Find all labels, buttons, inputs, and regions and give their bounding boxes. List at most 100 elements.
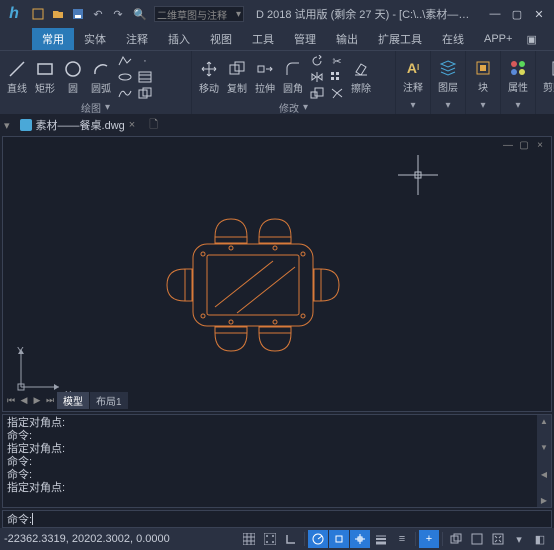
maximize-button[interactable]: ▢ xyxy=(506,4,528,24)
drawing-canvas[interactable]: — ▢ × xyxy=(2,136,552,412)
ellipse-icon[interactable] xyxy=(116,69,134,85)
tab-app[interactable]: APP+ xyxy=(474,30,522,48)
group-annot: AI注释 ▾ xyxy=(396,51,431,114)
otrack-icon[interactable] xyxy=(350,530,370,548)
region-icon[interactable] xyxy=(136,85,154,101)
command-history: 指定对角点: 命令: 指定对角点: 命令: 命令: 指定对角点: ▲ ▼ ◀ ▶ xyxy=(2,414,552,508)
group-draw: 直线 矩形 圆 圆弧 · 绘图▾ xyxy=(0,51,192,114)
new-tab-icon[interactable]: 🗋 xyxy=(145,116,162,135)
tab-annotate[interactable]: 注释 xyxy=(116,28,158,50)
ucs-y-label: Y xyxy=(17,346,24,357)
scroll-down-icon[interactable]: ▼ xyxy=(538,442,550,454)
canvas-minimize-icon[interactable]: — xyxy=(501,139,515,151)
open-icon[interactable] xyxy=(50,6,66,22)
scroll-right-icon[interactable]: ▶ xyxy=(538,495,550,507)
copy-button[interactable]: 复制 xyxy=(224,58,250,97)
layout-next-icon[interactable]: ▶ xyxy=(31,395,43,407)
tab-manage[interactable]: 管理 xyxy=(284,28,326,50)
ribbon: 直线 矩形 圆 圆弧 · 绘图▾ 移动 复制 拉伸 圆角 xyxy=(0,50,554,114)
scale-icon[interactable] xyxy=(308,85,326,101)
polyline-icon[interactable] xyxy=(116,53,134,69)
mirror-icon[interactable] xyxy=(308,69,326,85)
tab-insert[interactable]: 插入 xyxy=(158,28,200,50)
cycle-icon[interactable] xyxy=(446,530,466,548)
layer-button[interactable]: 图层 xyxy=(435,57,461,96)
scroll-up-icon[interactable]: ▲ xyxy=(538,415,550,427)
new-icon[interactable] xyxy=(30,6,46,22)
window-title: D 2018 试用版 (剩余 27 天) - [C:\..\素材——餐... xyxy=(250,6,478,22)
hatch-icon[interactable] xyxy=(136,69,154,85)
erase-button[interactable]: 擦除 xyxy=(348,58,374,97)
tab-tools[interactable]: 工具 xyxy=(242,28,284,50)
point-icon[interactable]: · xyxy=(136,53,154,69)
coordinates[interactable]: -22362.3319, 20202.3002, 0.0000 xyxy=(4,533,170,545)
close-button[interactable]: ✕ xyxy=(528,4,550,24)
trim-icon[interactable]: ✂ xyxy=(328,53,346,69)
tab-dropdown-icon[interactable]: ▾ xyxy=(4,119,10,132)
arc-button[interactable]: 圆弧 xyxy=(88,58,114,97)
redo-icon[interactable]: ↷ xyxy=(110,6,126,22)
ortho-icon[interactable] xyxy=(281,530,301,548)
qat: ↶ ↷ xyxy=(30,6,126,22)
snap-icon[interactable] xyxy=(260,530,280,548)
doc-tabbar: ▾ 素材——餐桌.dwg × 🗋 xyxy=(0,114,554,136)
clipboard-button[interactable]: 剪贴板 xyxy=(540,57,554,96)
fillet-button[interactable]: 圆角 xyxy=(280,58,306,97)
tab-expand[interactable]: ▣ xyxy=(522,30,540,49)
doc-tab[interactable]: 素材——餐桌.dwg × xyxy=(14,115,142,135)
tab-close-icon[interactable]: × xyxy=(129,119,135,131)
spline-icon[interactable] xyxy=(116,85,134,101)
explode-icon[interactable] xyxy=(328,85,346,101)
layout-1-tab[interactable]: 布局1 xyxy=(90,392,128,409)
layout-last-icon[interactable]: ⏭ xyxy=(44,395,56,407)
lweight-icon[interactable] xyxy=(371,530,391,548)
command-input[interactable]: 命令: xyxy=(2,510,552,528)
grid-icon[interactable] xyxy=(239,530,259,548)
text-cursor xyxy=(32,513,33,525)
tab-output[interactable]: 输出 xyxy=(326,28,368,50)
maximize-vp-icon[interactable] xyxy=(488,530,508,548)
layout-first-icon[interactable]: ⏮ xyxy=(5,395,17,407)
block-button[interactable]: 块 xyxy=(470,57,496,96)
line-button[interactable]: 直线 xyxy=(4,58,30,97)
save-icon[interactable] xyxy=(70,6,86,22)
rotate-icon[interactable] xyxy=(308,53,326,69)
clean-icon[interactable]: ◧ xyxy=(530,530,550,548)
dyn-icon[interactable]: + xyxy=(419,530,439,548)
crosshair-cursor xyxy=(398,155,438,195)
group-clip: 剪贴板 ▾ xyxy=(536,51,554,114)
ribbon-tabrow: 常用 实体 注释 插入 视图 工具 管理 输出 扩展工具 在线 APP+ ▣ xyxy=(0,28,554,50)
props-button[interactable]: 属性 xyxy=(505,57,531,96)
array-icon[interactable] xyxy=(328,69,346,85)
tab-view[interactable]: 视图 xyxy=(200,28,242,50)
command-scrollbar[interactable]: ▲ ▼ ◀ ▶ xyxy=(537,415,551,507)
osnap-icon[interactable] xyxy=(329,530,349,548)
workspace-select[interactable]: 二维草图与注释▾ xyxy=(154,6,244,22)
command-text[interactable]: 指定对角点: 命令: 指定对角点: 命令: 命令: 指定对角点: xyxy=(3,415,537,507)
model-icon[interactable] xyxy=(467,530,487,548)
canvas-close-icon[interactable]: × xyxy=(533,139,547,151)
scroll-left-icon[interactable]: ◀ xyxy=(538,468,550,480)
status-more-icon[interactable]: ▾ xyxy=(509,530,529,548)
stretch-button[interactable]: 拉伸 xyxy=(252,58,278,97)
drawing-content xyxy=(163,197,343,372)
circle-button[interactable]: 圆 xyxy=(60,58,86,97)
tab-solid[interactable]: 实体 xyxy=(74,28,116,50)
undo-icon[interactable]: ↶ xyxy=(90,6,106,22)
rect-button[interactable]: 矩形 xyxy=(32,58,58,97)
tab-online[interactable]: 在线 xyxy=(432,28,474,50)
layout-prev-icon[interactable]: ◀ xyxy=(18,395,30,407)
polar-icon[interactable] xyxy=(308,530,328,548)
lineweight-icon[interactable]: ≡ xyxy=(392,530,412,548)
text-button[interactable]: AI注释 xyxy=(400,57,426,96)
layout-model-tab[interactable]: 模型 xyxy=(57,392,89,409)
dwg-icon xyxy=(20,119,32,131)
tab-home[interactable]: 常用 xyxy=(32,28,74,50)
tab-express[interactable]: 扩展工具 xyxy=(368,28,432,50)
status-toggles: ≡ + ▾ ◧ xyxy=(239,530,550,548)
canvas-maximize-icon[interactable]: ▢ xyxy=(517,139,531,151)
move-button[interactable]: 移动 xyxy=(196,58,222,97)
app-logo: h xyxy=(4,4,24,24)
minimize-button[interactable]: — xyxy=(484,4,506,24)
search-icon[interactable]: 🔍 xyxy=(132,6,148,22)
